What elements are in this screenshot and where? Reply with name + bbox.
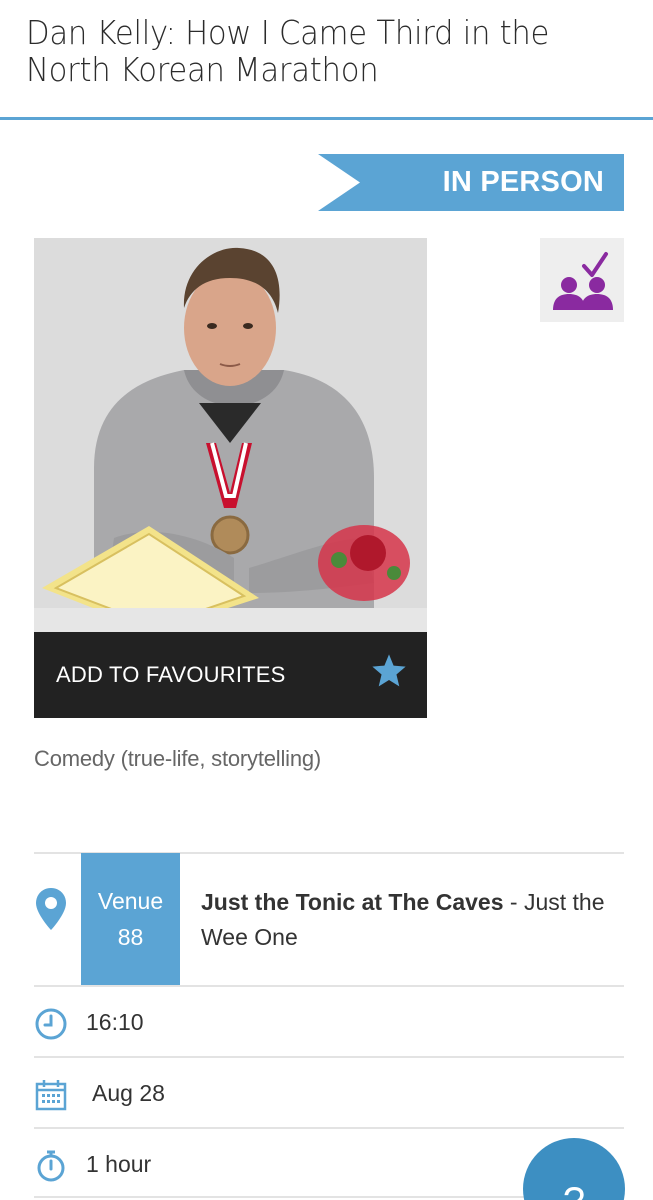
time-row: 16:10: [34, 987, 624, 1057]
venue-separator: -: [503, 889, 524, 915]
calendar-icon: [35, 1080, 67, 1111]
venue-row[interactable]: Venue 88 Just the Tonic at The Caves - J…: [34, 853, 624, 985]
banner-notch: [318, 154, 360, 211]
stopwatch-icon: [37, 1150, 65, 1182]
audience-check-icon[interactable]: [540, 238, 624, 322]
date-row: Aug 28: [34, 1058, 624, 1128]
venue-label: Venue: [97, 888, 164, 914]
help-icon: ?: [563, 1180, 585, 1200]
banner-label: IN PERSON: [442, 166, 604, 198]
add-to-favourites-button[interactable]: ADD TO FAVOURITES: [34, 632, 427, 718]
show-title: Dan Kelly: How I Came Third in the North…: [26, 13, 550, 89]
clock-icon: [35, 1008, 67, 1040]
genre-text: Comedy (true-life, storytelling): [34, 746, 322, 771]
venue-number-box: Venue 88: [81, 853, 180, 985]
page-header: Dan Kelly: How I Came Third in the North…: [0, 0, 653, 120]
time-text: 16:10: [86, 1009, 144, 1035]
star-icon: [372, 654, 406, 687]
in-person-banner: IN PERSON: [318, 154, 624, 211]
duration-text: 1 hour: [86, 1151, 152, 1177]
location-pin-icon: [36, 888, 66, 930]
venue-name-bold: Just the Tonic at The Caves: [201, 889, 504, 915]
venue-name[interactable]: Just the Tonic at The Caves - Just the W…: [201, 885, 621, 955]
show-photo: [34, 238, 427, 632]
date-text: Aug 28: [92, 1080, 165, 1106]
venue-number: 88: [117, 924, 144, 950]
favourites-label: ADD TO FAVOURITES: [56, 662, 286, 687]
